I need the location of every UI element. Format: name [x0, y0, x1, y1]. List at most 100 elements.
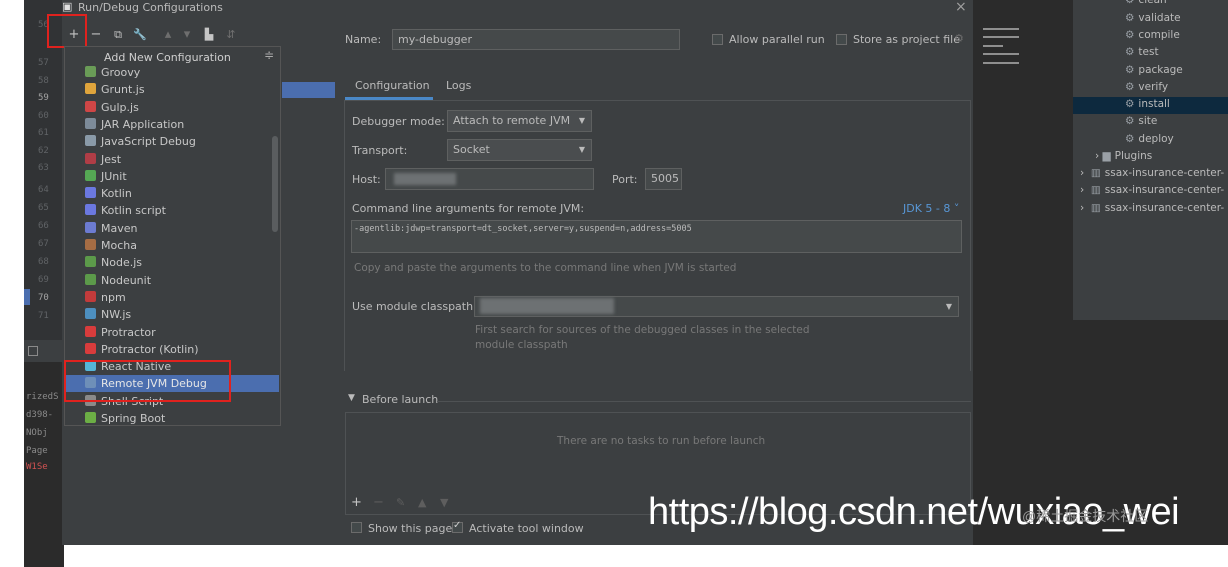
jdk-version-select[interactable]: JDK 5 - 8 ˅ [903, 202, 959, 215]
maven-goal[interactable]: ⚙ site [1125, 115, 1157, 127]
gear-icon: ⚙ [1125, 64, 1135, 76]
line-number: 70 [38, 293, 49, 303]
popup-item[interactable]: Grunt.js [85, 81, 145, 98]
tab-configuration[interactable]: Configuration [355, 79, 430, 92]
popup-item[interactable]: Node.js [85, 254, 142, 271]
chevron-down-icon: ▼ [578, 145, 585, 154]
wrench-icon[interactable]: 🔧 [133, 27, 147, 43]
maven-goal[interactable]: ⚙ deploy [1125, 133, 1174, 145]
popup-item[interactable]: Protractor [85, 324, 156, 341]
gear-icon: ⚙ [1125, 98, 1135, 110]
maven-goal[interactable]: ⚙ compile [1125, 29, 1180, 41]
popup-item[interactable]: npm [85, 289, 126, 306]
dialog-title: Run/Debug Configurations [78, 1, 223, 14]
cmd-args-field[interactable]: -agentlib:jdwp=transport=dt_socket,serve… [351, 220, 962, 253]
debugger-mode-select[interactable]: Attach to remote JVM ▼ [447, 110, 592, 132]
chevron-down-icon: ▼ [578, 116, 585, 125]
popup-item[interactable]: Jest [85, 151, 121, 168]
copy-config-button[interactable]: ⧉ [111, 27, 125, 43]
config-type-icon [85, 169, 96, 181]
popup-item[interactable]: Maven [85, 220, 137, 237]
gear-icon[interactable]: ⚙ [954, 32, 964, 45]
maven-module[interactable]: › ▥ ssax-insurance-center- [1080, 167, 1224, 179]
popup-item[interactable]: JavaScript Debug [85, 133, 196, 150]
redacted-module [480, 298, 614, 314]
store-project-checkbox[interactable] [836, 34, 847, 45]
config-type-icon [85, 342, 96, 354]
popup-item[interactable]: Mocha [85, 237, 137, 254]
gear-icon: ⚙ [1125, 29, 1135, 41]
config-type-icon [85, 66, 96, 77]
tab-logs[interactable]: Logs [446, 79, 471, 92]
config-type-icon [85, 256, 96, 268]
move-down-button[interactable]: ▼ [440, 496, 448, 509]
config-type-icon [85, 290, 96, 302]
move-up-button[interactable]: ▴ [161, 27, 175, 43]
popup-item[interactable]: NW.js [85, 306, 131, 323]
chevron-right-icon: › [1080, 202, 1091, 214]
remove-config-button[interactable]: − [89, 27, 103, 43]
popup-item-label: npm [101, 290, 126, 304]
popup-item[interactable]: Groovy [85, 64, 140, 81]
popup-item-label: Node.js [101, 256, 142, 270]
maven-goal[interactable]: ⚙ verify [1125, 81, 1168, 93]
popup-item[interactable]: Kotlin script [85, 202, 166, 219]
maven-goal[interactable]: ⚙ package [1125, 64, 1183, 76]
show-page-checkbox[interactable] [351, 522, 362, 533]
popup-item-label: JUnit [101, 169, 127, 183]
folder-icon: ▆ [1102, 150, 1111, 162]
console-line: Page [26, 446, 48, 456]
store-project-label: Store as project file [853, 33, 960, 46]
popup-item[interactable]: Protractor (Kotlin) [85, 341, 199, 358]
popup-item[interactable]: JAR Application [85, 116, 184, 133]
config-type-icon [85, 221, 96, 233]
maven-goal[interactable]: ⚙ clean [1125, 0, 1167, 6]
move-up-button[interactable]: ▲ [418, 496, 426, 509]
line-number: 58 [38, 76, 49, 86]
collapse-icon[interactable]: ▼ [348, 393, 355, 403]
close-icon[interactable]: × [955, 0, 967, 15]
maven-goal[interactable]: ⚙ test [1125, 46, 1159, 58]
gear-icon: ⚙ [1125, 133, 1135, 145]
maven-module[interactable]: › ▥ ssax-insurance-center- [1080, 184, 1224, 196]
console-line: rizedS [26, 392, 59, 402]
before-launch-label: Before launch [362, 393, 439, 406]
maven-plugins[interactable]: › ▆ Plugins [1095, 150, 1152, 162]
remove-task-button[interactable]: − [373, 495, 384, 510]
module-hint-line: module classpath [475, 339, 568, 351]
allow-parallel-checkbox[interactable] [712, 34, 723, 45]
debugger-mode-label: Debugger mode: [352, 115, 445, 128]
popup-item[interactable]: JUnit [85, 168, 127, 185]
add-task-button[interactable]: + [351, 495, 362, 510]
highlight-box [47, 14, 87, 48]
popup-scrollbar[interactable] [272, 136, 278, 232]
line-number: 60 [38, 111, 49, 121]
maven-goal[interactable]: ⚙ validate [1125, 12, 1181, 24]
popup-item[interactable]: Gulp.js [85, 99, 139, 116]
popup-item[interactable]: Spring Boot [85, 410, 165, 425]
sort-button[interactable]: ⇵ [224, 27, 238, 43]
transport-select[interactable]: Socket ▼ [447, 139, 592, 161]
line-number: 69 [38, 275, 49, 285]
move-down-button[interactable]: ▾ [180, 27, 194, 43]
watermark-small: @稀土掘金技术社区 [1022, 508, 1149, 524]
name-input[interactable]: my-debugger [392, 29, 680, 50]
config-type-icon [85, 152, 96, 164]
maven-goal-selected[interactable]: ⚙ install [1125, 98, 1170, 110]
port-input[interactable]: 5005 [645, 168, 682, 190]
line-number: 57 [38, 58, 49, 68]
activate-tool-label: Activate tool window [469, 522, 584, 535]
activate-tool-checkbox[interactable] [452, 520, 463, 533]
edit-icon[interactable]: ✎ [396, 496, 405, 509]
popup-item-label: Nodeunit [101, 273, 152, 287]
popup-item-label: Groovy [101, 66, 141, 79]
folder-icon[interactable]: ▙ [202, 27, 216, 43]
pin-icon[interactable]: ≑ [264, 48, 274, 62]
line-number: 59 [38, 93, 49, 103]
line-number: 62 [38, 146, 49, 156]
config-type-icon [85, 273, 96, 285]
popup-item[interactable]: Kotlin [85, 185, 132, 202]
popup-item[interactable]: Nodeunit [85, 272, 151, 289]
code-line [983, 28, 1019, 30]
maven-module[interactable]: › ▥ ssax-insurance-center- [1080, 202, 1224, 214]
